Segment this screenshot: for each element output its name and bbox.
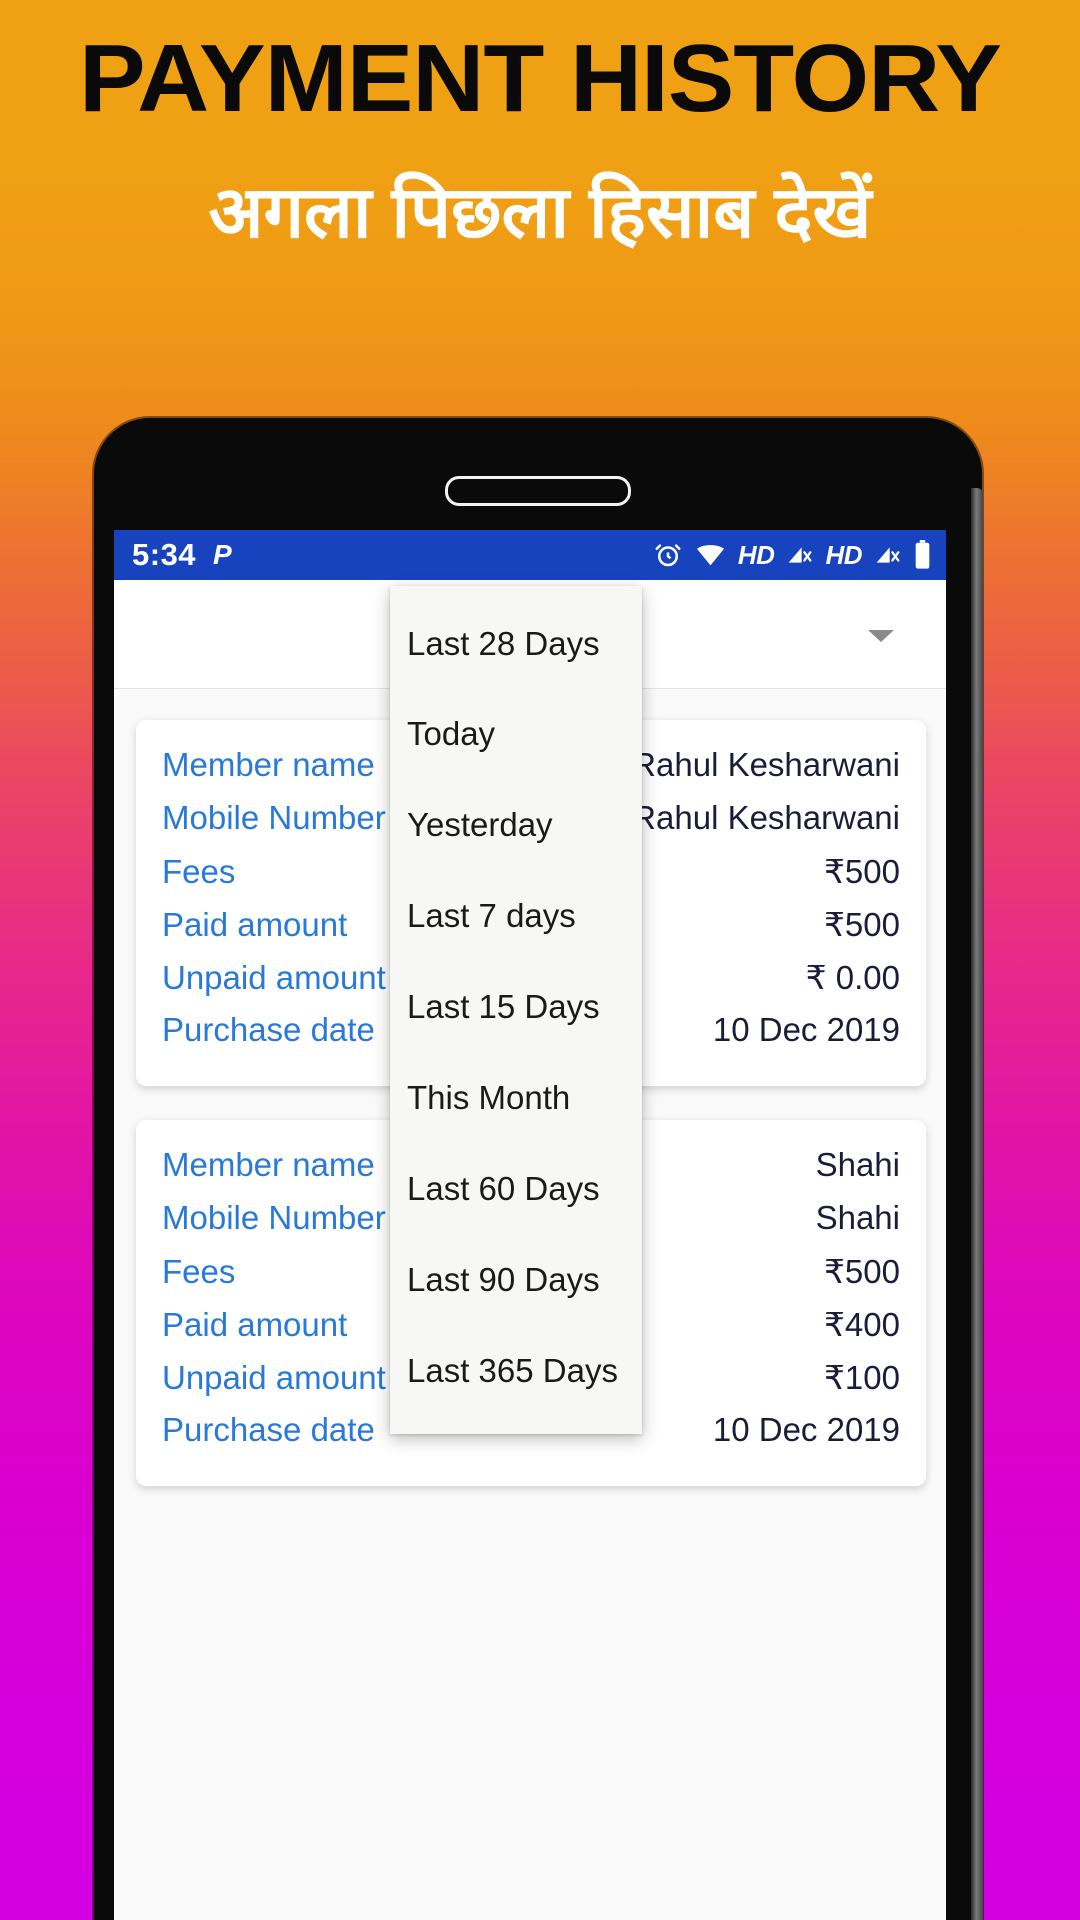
- row-label: Paid amount: [162, 1306, 348, 1343]
- hd-icon: HD: [737, 539, 775, 570]
- dropdown-item-this-month[interactable]: This Month: [390, 1052, 642, 1143]
- battery-icon: [915, 540, 930, 569]
- row-label: Member name: [162, 746, 375, 783]
- dropdown-item-yesterday[interactable]: Yesterday: [390, 779, 642, 870]
- row-label: Unpaid amount: [162, 1359, 386, 1396]
- dropdown-item-last-90-days[interactable]: Last 90 Days: [390, 1234, 642, 1325]
- row-label: Member name: [162, 1146, 375, 1183]
- row-value: ₹500: [823, 906, 900, 943]
- dropdown-item-selected[interactable]: Last 28 Days: [390, 600, 642, 688]
- date-range-dropdown-menu[interactable]: Last 28 Days Today Yesterday Last 7 days…: [390, 586, 642, 1434]
- dropdown-item-last-60-days[interactable]: Last 60 Days: [390, 1143, 642, 1234]
- row-value: 10 Dec 2019: [712, 1411, 900, 1448]
- promo-stage: PAYMENT HISTORY अगला पिछला हिसाब देखें 5…: [0, 0, 1080, 1920]
- wifi-icon: [696, 545, 724, 566]
- alarm-icon: [655, 544, 681, 567]
- row-value: 10 Dec 2019: [712, 1011, 900, 1048]
- app-content: Member name Rahul Kesharwani Mobile Numb…: [114, 580, 946, 1920]
- status-bar-clock: 5:34: [132, 537, 197, 572]
- row-value: ₹500: [823, 853, 900, 890]
- page-subtitle: अगला पिछला हिसाब देखें: [208, 173, 872, 253]
- row-label: Mobile Number: [162, 1199, 386, 1236]
- row-value: ₹400: [823, 1306, 900, 1343]
- row-value: Shahi: [815, 1199, 900, 1236]
- row-label: Fees: [162, 853, 236, 890]
- row-value: Rahul Kesharwani: [632, 799, 900, 836]
- phone-side-edge: [971, 488, 983, 1920]
- row-label: Purchase date: [162, 1411, 375, 1448]
- row-value: ₹100: [823, 1359, 900, 1396]
- row-value: Shahi: [815, 1146, 900, 1183]
- earpiece-speaker: [445, 476, 631, 506]
- row-label: Purchase date: [162, 1011, 375, 1048]
- p-icon: P: [213, 539, 232, 570]
- status-bar: 5:34 P HD HD: [114, 530, 946, 580]
- signal-off-icon: [876, 547, 900, 563]
- phone-mockup: 5:34 P HD HD Member name Rahul Kesharwan…: [94, 418, 983, 1920]
- hd-icon: HD: [825, 539, 862, 570]
- row-value: ₹ 0.00: [805, 959, 900, 996]
- row-label: Fees: [162, 1253, 236, 1290]
- dropdown-item-last-365-days[interactable]: Last 365 Days: [390, 1325, 642, 1416]
- row-value: ₹500: [823, 1253, 900, 1290]
- row-label: Paid amount: [162, 906, 348, 943]
- phone-screen: 5:34 P HD HD Member name Rahul Kesharwan…: [114, 530, 946, 1920]
- row-value: Rahul Kesharwani: [632, 746, 900, 783]
- dropdown-item-last-7-days[interactable]: Last 7 days: [390, 870, 642, 961]
- row-label: Mobile Number: [162, 799, 386, 836]
- chevron-down-icon[interactable]: [868, 630, 894, 642]
- page-title: PAYMENT HISTORY: [79, 25, 1002, 132]
- row-label: Unpaid amount: [162, 959, 386, 996]
- dropdown-item-last-15-days[interactable]: Last 15 Days: [390, 961, 642, 1052]
- signal-off-icon: [789, 547, 812, 563]
- dropdown-item-today[interactable]: Today: [390, 688, 642, 779]
